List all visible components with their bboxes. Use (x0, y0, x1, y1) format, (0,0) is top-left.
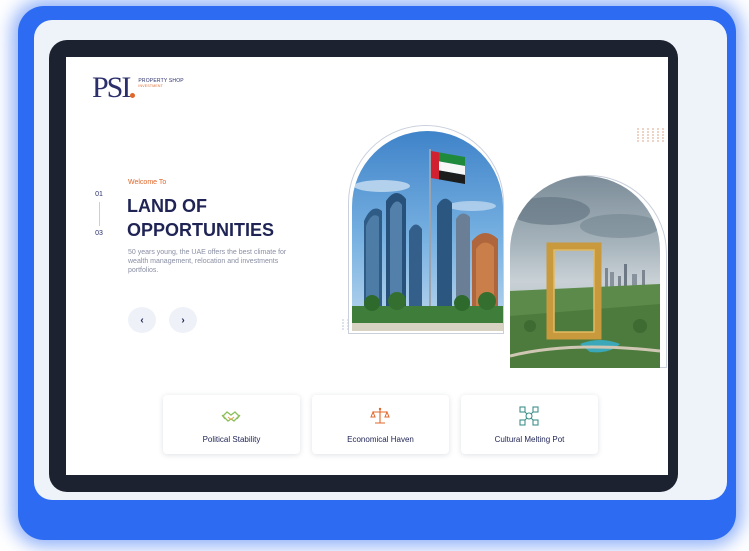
decorative-dots (637, 128, 666, 142)
abu-dhabi-skyline-image (352, 131, 503, 331)
logo-wordmark: PROPERTY SHOP INVESTMENT (138, 79, 183, 89)
psi-logo[interactable]: PSI PROPERTY SHOP INVESTMENT (92, 73, 184, 103)
service-label: Political Stability (202, 435, 261, 444)
slide-current: 01 (95, 191, 103, 198)
slide-total: 03 (95, 230, 103, 237)
service-label: Economical Haven (347, 435, 414, 444)
hero-eyebrow: Welcome To (128, 179, 167, 186)
service-card-cultural-melting-pot[interactable]: Cultural Melting Pot (461, 395, 598, 454)
slide-progress-line (98, 202, 100, 226)
website-screen: PSI PROPERTY SHOP INVESTMENT 01 03 Welco… (66, 57, 668, 475)
next-slide-button[interactable]: › (169, 307, 197, 333)
slide-indicator: 01 03 (93, 191, 105, 237)
scales-icon (370, 407, 390, 424)
previous-slide-button[interactable]: ‹ (128, 307, 156, 333)
dubai-frame-illustration (510, 197, 660, 368)
skyline-illustration (352, 149, 503, 331)
dubai-frame-image (510, 176, 660, 368)
logo-dot (130, 93, 136, 98)
hero-headline: LAND OF OPPORTUNITIES (127, 196, 275, 240)
chevron-left-icon: ‹ (140, 314, 144, 326)
logo-mark: PSI (92, 71, 131, 104)
handshake-icon (221, 411, 241, 422)
hero-description: 50 years young, the UAE offers the best … (128, 249, 287, 274)
service-label: Cultural Melting Pot (494, 435, 565, 444)
network-icon (519, 406, 539, 426)
service-card-political-stability[interactable]: Political Stability (163, 395, 300, 454)
logo-line2: INVESTMENT (138, 84, 163, 88)
chevron-right-icon: › (181, 314, 185, 326)
service-card-economical-haven[interactable]: Economical Haven (312, 395, 449, 454)
